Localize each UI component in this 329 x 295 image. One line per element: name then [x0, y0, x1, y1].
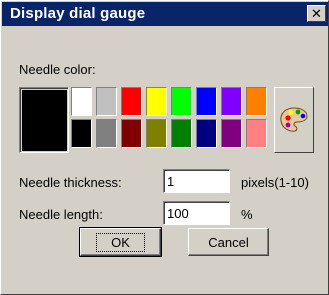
needle-thickness-label: Needle thickness: — [19, 175, 122, 190]
color-swatch[interactable] — [221, 119, 242, 148]
color-swatch[interactable] — [121, 87, 142, 116]
needle-thickness-unit: pixels(1-10) — [241, 175, 309, 190]
ok-button[interactable]: OK — [79, 227, 162, 257]
color-swatch[interactable] — [196, 87, 217, 116]
color-swatch[interactable] — [196, 119, 217, 148]
needle-thickness-input[interactable] — [163, 169, 230, 193]
ok-button-label: OK — [96, 232, 145, 252]
window-title: Display dial gauge — [10, 5, 146, 22]
color-swatch[interactable] — [71, 87, 92, 116]
palette-icon — [280, 107, 308, 132]
title-bar[interactable]: Display dial gauge ✕ — [2, 2, 328, 26]
dial-gauge-dialog: Display dial gauge ✕ Needle color: Needl… — [0, 0, 329, 295]
color-swatch[interactable] — [221, 87, 242, 116]
current-color-fill — [22, 90, 67, 151]
color-swatch[interactable] — [71, 119, 92, 148]
color-swatch[interactable] — [246, 119, 267, 148]
color-swatch[interactable] — [146, 119, 167, 148]
needle-length-label: Needle length: — [19, 207, 103, 222]
color-swatch[interactable] — [171, 119, 192, 148]
color-swatch[interactable] — [246, 87, 267, 116]
color-swatch[interactable] — [171, 87, 192, 116]
needle-color-label: Needle color: — [19, 62, 96, 77]
needle-length-unit: % — [241, 207, 253, 222]
color-swatch[interactable] — [146, 87, 167, 116]
color-swatch[interactable] — [96, 87, 117, 116]
color-swatch[interactable] — [96, 119, 117, 148]
current-color-preview — [19, 87, 69, 153]
needle-length-input[interactable] — [163, 201, 230, 225]
close-icon: ✕ — [311, 6, 322, 21]
custom-color-button[interactable] — [274, 87, 314, 153]
cancel-button[interactable]: Cancel — [188, 228, 269, 256]
close-button[interactable]: ✕ — [307, 5, 326, 22]
color-swatch[interactable] — [121, 119, 142, 148]
cancel-button-label: Cancel — [208, 234, 249, 250]
